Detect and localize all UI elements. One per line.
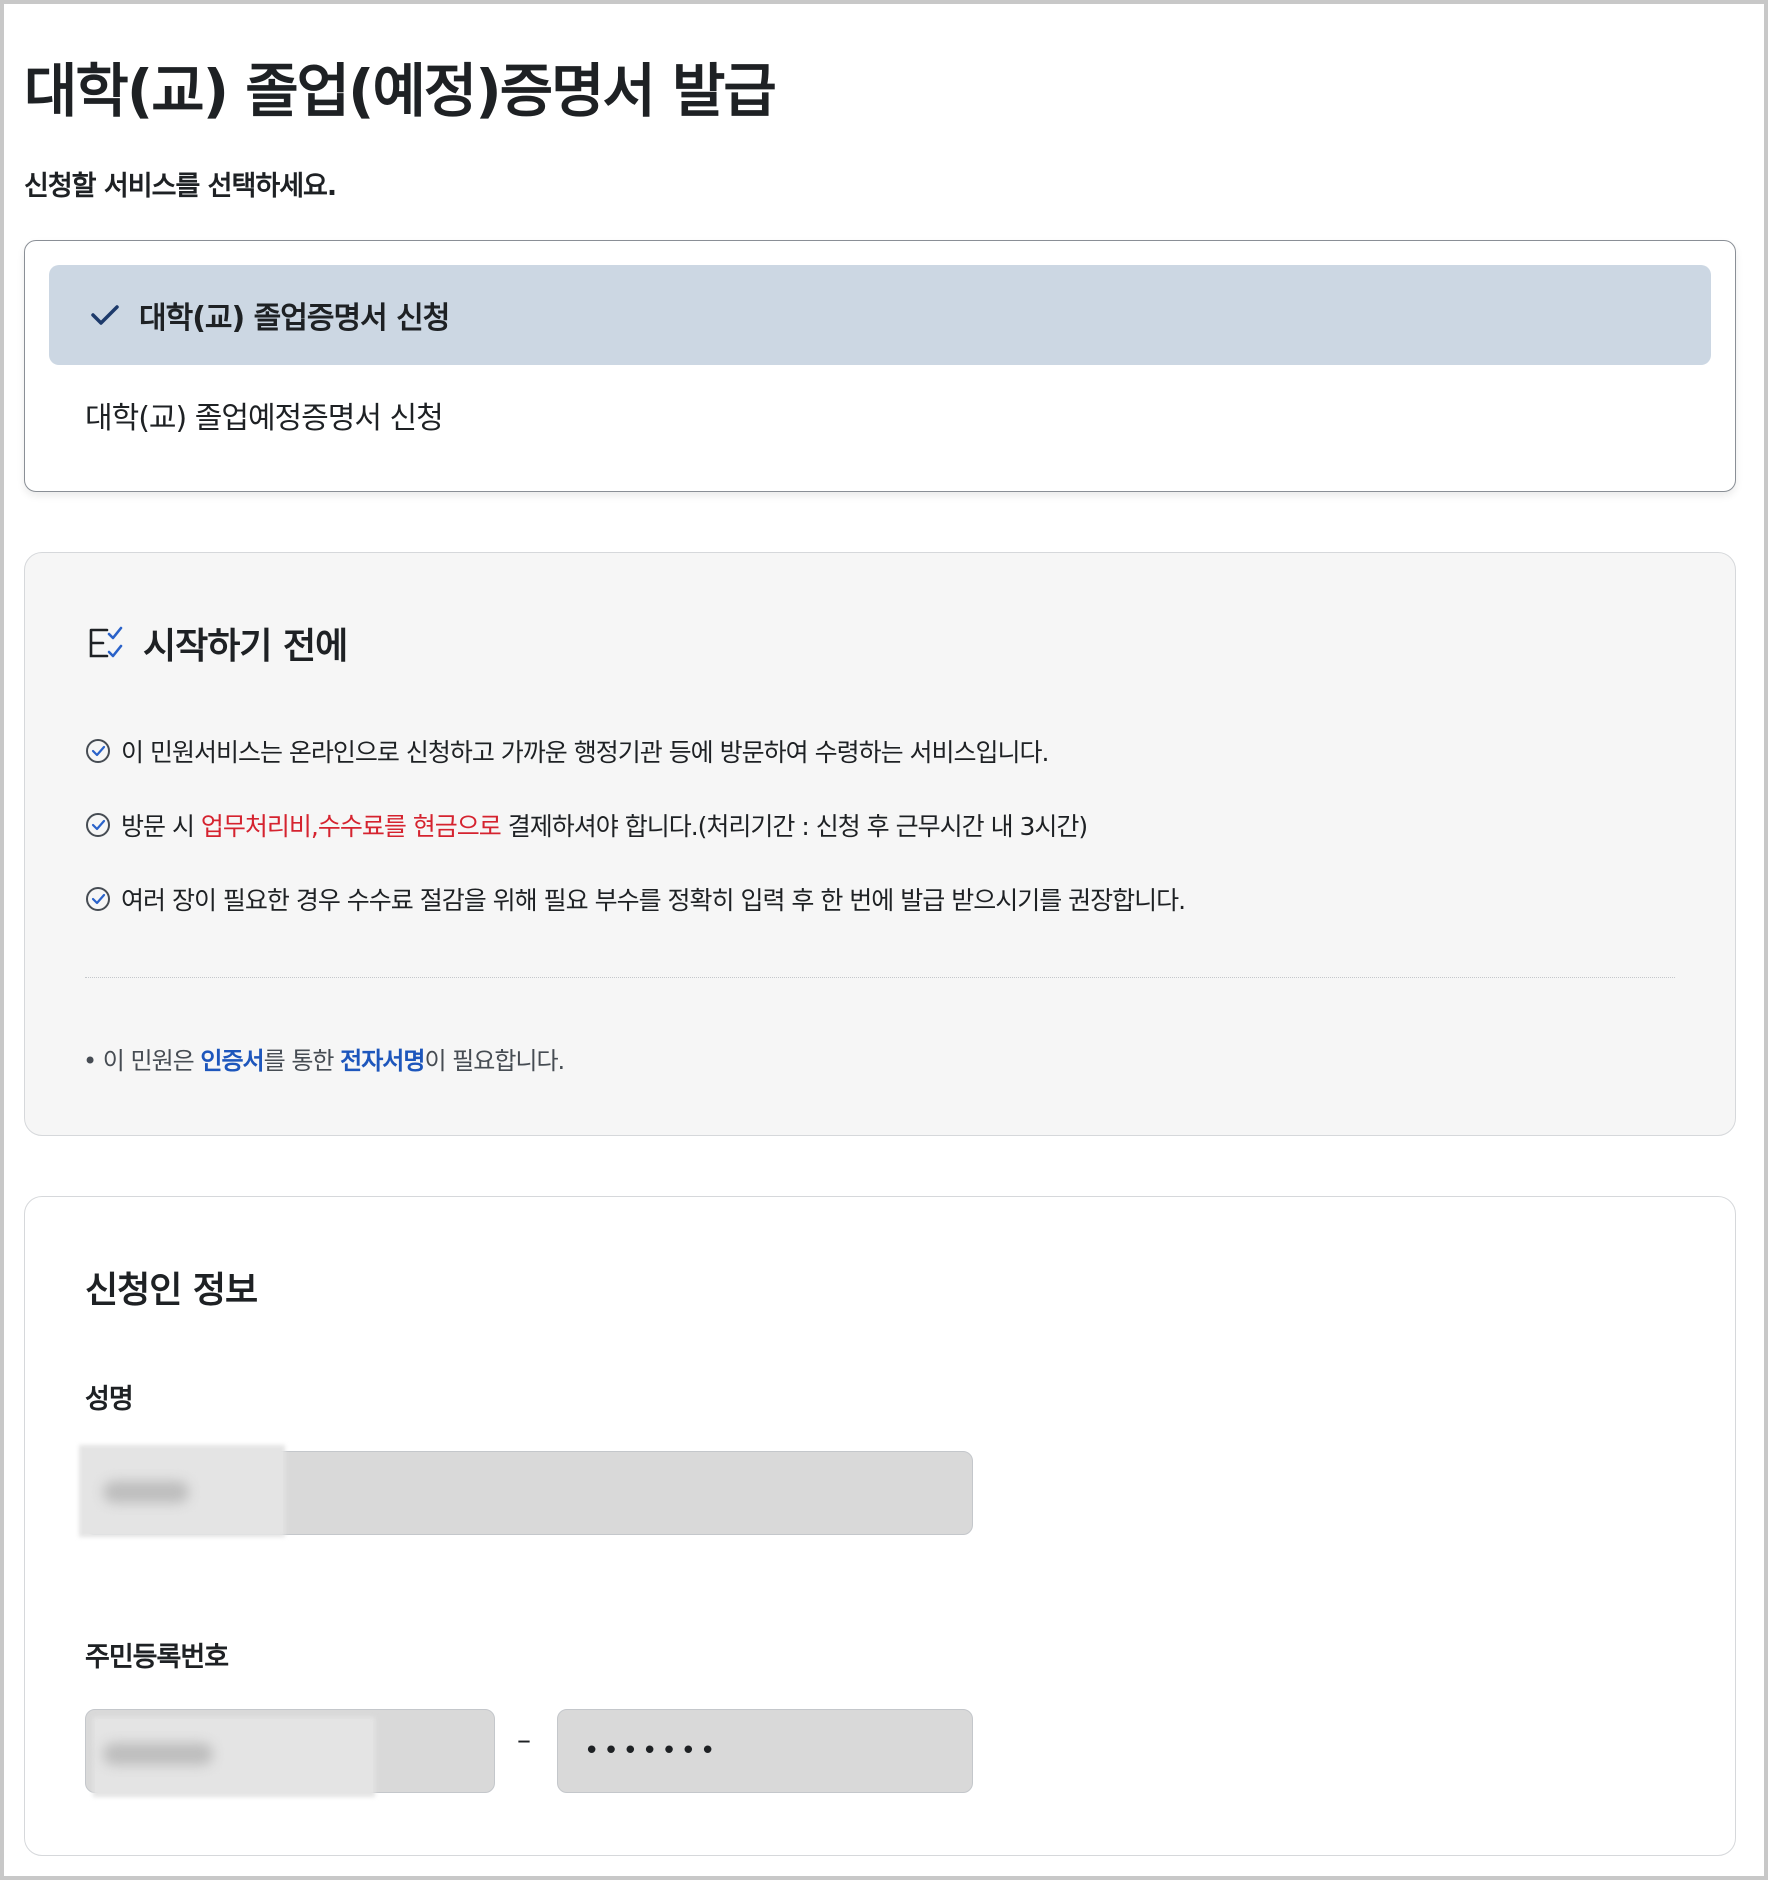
redacted-rrn-front	[103, 1743, 213, 1765]
before-start-title: 시작하기 전에	[143, 626, 348, 667]
dotted-divider	[85, 977, 1675, 978]
check-circle-icon	[85, 738, 111, 764]
notice-highlight: 업무처리비,수수료를 현금으로	[200, 812, 502, 841]
check-circle-icon	[85, 812, 111, 838]
page-title: 대학(교) 졸업(예정)증명서 발급	[24, 57, 777, 125]
check-circle-icon	[85, 886, 111, 912]
notice-item: 방문 시 업무처리비,수수료를 현금으로 결제하셔야 합니다.(처리기간 : 신…	[85, 807, 1088, 843]
option-label: 대학(교) 졸업증명서 신청	[139, 301, 450, 336]
note-text: 이 민원은	[102, 1047, 201, 1075]
rrn-separator: –	[517, 1723, 531, 1756]
option-label: 대학(교) 졸업예정증명서 신청	[85, 401, 444, 436]
certificate-link[interactable]: 인증서	[200, 1047, 264, 1075]
notice-item: 이 민원서비스는 온라인으로 신청하고 가까운 행정기관 등에 방문하여 수령하…	[85, 733, 1049, 769]
before-start-box: 시작하기 전에 이 민원서비스는 온라인으로 신청하고 가까운 행정기관 등에 …	[24, 552, 1736, 1136]
option-expected-graduation-certificate[interactable]: 대학(교) 졸업예정증명서 신청	[49, 365, 1711, 465]
rrn-back-field[interactable]: •••••••	[557, 1709, 973, 1793]
checkmark-icon	[87, 297, 123, 333]
notice-suffix: 결제하셔야 합니다.(처리기간 : 신청 후 근무시간 내 3시간)	[500, 812, 1088, 841]
applicant-info-section: 신청인 정보 성명 주민등록번호 – •••••••	[24, 1196, 1736, 1856]
notice-item: 여러 장이 필요한 경우 수수료 절감을 위해 필요 부수를 정확히 입력 후 …	[85, 881, 1186, 917]
bullet-dot: •	[83, 1047, 103, 1075]
applicant-title: 신청인 정보	[85, 1270, 258, 1311]
option-graduation-certificate[interactable]: 대학(교) 졸업증명서 신청	[49, 265, 1711, 365]
certificate-note: • 이 민원은 인증서를 통한 전자서명이 필요합니다.	[83, 1041, 565, 1076]
notice-text: 이 민원서비스는 온라인으로 신청하고 가까운 행정기관 등에 방문하여 수령하…	[121, 738, 1049, 767]
checklist-icon	[85, 622, 127, 664]
notice-prefix: 방문 시	[121, 812, 201, 841]
name-label: 성명	[85, 1384, 134, 1415]
notice-text: 여러 장이 필요한 경우 수수료 절감을 위해 필요 부수를 정확히 입력 후 …	[121, 886, 1186, 915]
section-subtitle: 신청할 서비스를 선택하세요.	[24, 171, 337, 202]
notice-text: 방문 시 업무처리비,수수료를 현금으로 결제하셔야 합니다.(처리기간 : 신…	[121, 807, 1088, 843]
e-signature-link[interactable]: 전자서명	[340, 1047, 425, 1075]
before-start-heading: 시작하기 전에	[85, 617, 348, 669]
note-text: 이 필요합니다.	[424, 1047, 565, 1075]
rrn-label: 주민등록번호	[85, 1642, 229, 1673]
note-text: 를 통한	[263, 1047, 341, 1075]
service-selector: 대학(교) 졸업증명서 신청 대학(교) 졸업예정증명서 신청	[24, 240, 1736, 492]
redacted-name	[103, 1481, 189, 1503]
